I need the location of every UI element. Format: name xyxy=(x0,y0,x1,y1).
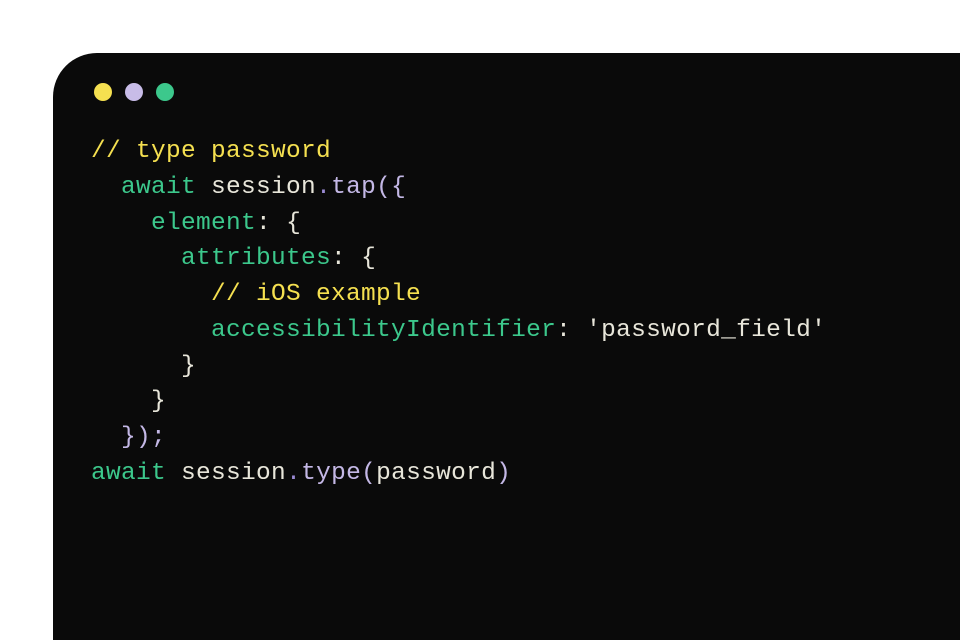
outer-card: // type password await session.tap({ ele… xyxy=(0,0,960,640)
paren-open: ( xyxy=(361,460,376,487)
string-literal: 'password_field' xyxy=(571,317,826,344)
type-method: type xyxy=(301,460,361,487)
brace-close: } xyxy=(151,388,166,415)
paren-open: ({ xyxy=(376,174,406,201)
comment-line: // iOS example xyxy=(211,281,421,308)
dot-operator: . xyxy=(286,460,301,487)
control-close-icon[interactable] xyxy=(94,83,112,101)
attributes-prop: attributes xyxy=(181,245,331,272)
dot-operator: . xyxy=(316,174,331,201)
paren-close: ) xyxy=(496,460,511,487)
session-object: session xyxy=(211,174,316,201)
code-window: // type password await session.tap({ ele… xyxy=(53,53,960,640)
arg: password xyxy=(376,460,496,487)
brace-open: { xyxy=(346,245,376,272)
await-keyword: await xyxy=(121,174,196,201)
tap-method: tap xyxy=(331,174,376,201)
paren-close: }); xyxy=(121,424,166,451)
colon: : xyxy=(556,317,571,344)
element-prop: element xyxy=(151,210,256,237)
comment-line: // type password xyxy=(91,138,331,165)
colon: : xyxy=(256,210,271,237)
control-minimize-icon[interactable] xyxy=(125,83,143,101)
accessibility-prop: accessibilityIdentifier xyxy=(211,317,556,344)
colon: : xyxy=(331,245,346,272)
window-controls xyxy=(94,83,922,101)
brace-close: } xyxy=(181,353,196,380)
code-block: // type password await session.tap({ ele… xyxy=(91,134,922,492)
control-maximize-icon[interactable] xyxy=(156,83,174,101)
await-keyword: await xyxy=(91,460,166,487)
brace-open: { xyxy=(271,210,301,237)
session-object: session xyxy=(181,460,286,487)
